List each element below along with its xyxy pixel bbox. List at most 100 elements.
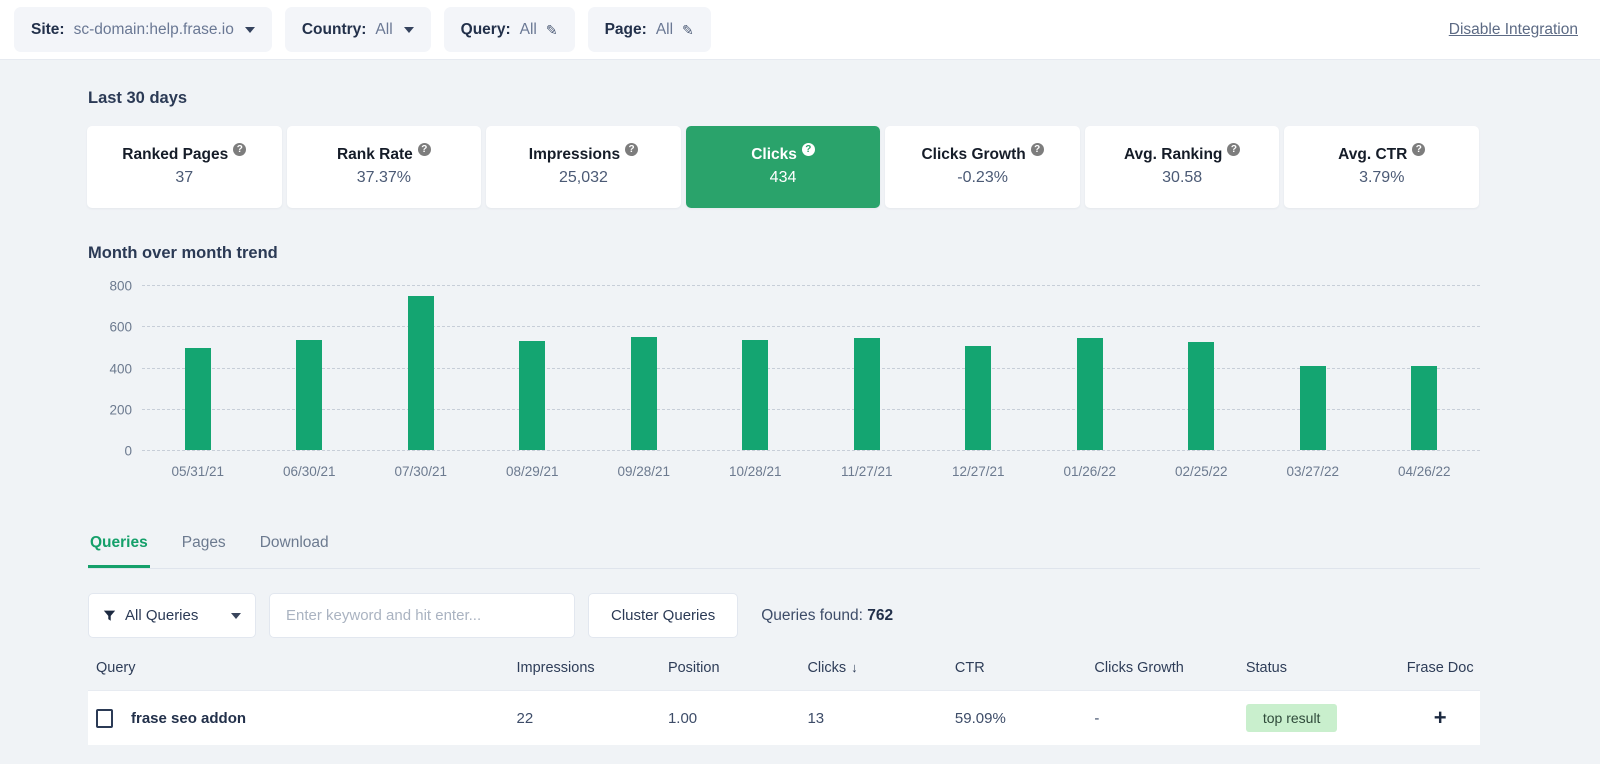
page-filter-chip[interactable]: Page: All ✎ (588, 7, 711, 52)
y-axis-tick-label: 600 (109, 320, 132, 335)
disable-integration-link[interactable]: Disable Integration (1449, 21, 1578, 39)
queries-table: Query Impressions Position Clicks↓ CTR C… (88, 660, 1480, 745)
column-header-clicks-growth[interactable]: Clicks Growth (1094, 660, 1245, 676)
all-queries-select[interactable]: All Queries (88, 593, 256, 638)
chart-bars: 05/31/2106/30/2107/30/2108/29/2109/28/21… (142, 285, 1480, 450)
help-icon[interactable]: ? (1412, 143, 1425, 156)
metric-label: Ranked Pages? (122, 147, 246, 163)
tab-queries[interactable]: Queries (88, 534, 150, 568)
cell-clicks-growth: - (1094, 710, 1245, 727)
chart-bar[interactable] (1411, 366, 1437, 450)
cell-ctr: 59.09% (955, 710, 1095, 727)
pencil-icon[interactable]: ✎ (682, 23, 694, 37)
chart-bar-column[interactable]: 03/27/22 (1257, 285, 1369, 450)
country-filter-value: All (375, 21, 392, 39)
chart-bar[interactable] (1300, 366, 1326, 450)
chart-bar-column[interactable]: 08/29/21 (477, 285, 589, 450)
chart-bar[interactable] (965, 346, 991, 450)
metric-value: 3.79% (1359, 169, 1404, 187)
add-frase-doc-icon[interactable]: + (1434, 705, 1447, 730)
chart-bar-column[interactable]: 02/25/22 (1146, 285, 1258, 450)
cell-frase-doc: + (1400, 707, 1480, 729)
y-axis-tick-label: 800 (109, 279, 132, 294)
y-axis-tick-label: 0 (124, 444, 132, 459)
tab-download[interactable]: Download (258, 534, 331, 568)
metric-value: -0.23% (957, 169, 1008, 187)
metric-label-text: Impressions (529, 147, 620, 163)
chart-bar[interactable] (742, 340, 768, 450)
x-axis-tick-label: 05/31/21 (171, 464, 224, 479)
chart-bar[interactable] (519, 341, 545, 450)
chart-bar[interactable] (408, 296, 434, 450)
search-input[interactable] (269, 593, 575, 638)
site-filter-value: sc-domain:help.frase.io (74, 21, 234, 39)
chart-bar-column[interactable]: 09/28/21 (588, 285, 700, 450)
query-filter-label: Query: (461, 21, 511, 39)
page-title: Last 30 days (88, 89, 1600, 108)
metric-label: Avg. Ranking? (1124, 147, 1240, 163)
chevron-down-icon (231, 613, 241, 619)
help-icon[interactable]: ? (233, 143, 246, 156)
help-icon[interactable]: ? (625, 143, 638, 156)
tab-pages[interactable]: Pages (180, 534, 228, 568)
query-name: frase seo addon (131, 710, 246, 727)
chart-bar-column[interactable]: 11/27/21 (811, 285, 923, 450)
top-filter-bar: Site: sc-domain:help.frase.io Country: A… (0, 0, 1600, 60)
y-axis-tick-label: 200 (109, 402, 132, 417)
chart-bar[interactable] (296, 340, 322, 450)
metric-card-rank-rate[interactable]: Rank Rate?37.37% (287, 126, 482, 208)
metric-label: Clicks? (751, 147, 815, 163)
x-axis-tick-label: 01/26/22 (1063, 464, 1116, 479)
cell-query: frase seo addon (88, 709, 516, 728)
country-filter-chip[interactable]: Country: All (285, 7, 431, 52)
metric-label-text: Clicks (751, 147, 797, 163)
query-filter-chip[interactable]: Query: All ✎ (444, 7, 575, 52)
chart-bar[interactable] (1077, 338, 1103, 450)
sort-descending-icon: ↓ (851, 660, 858, 675)
site-filter-chip[interactable]: Site: sc-domain:help.frase.io (14, 7, 272, 52)
table-row[interactable]: frase seo addon221.001359.09%-top result… (88, 690, 1480, 745)
cluster-queries-button[interactable]: Cluster Queries (588, 593, 738, 638)
chart-bar[interactable] (854, 338, 880, 450)
help-icon[interactable]: ? (418, 143, 431, 156)
metric-card-avg-ranking[interactable]: Avg. Ranking?30.58 (1085, 126, 1280, 208)
chart-bar-column[interactable]: 04/26/22 (1369, 285, 1481, 450)
help-icon[interactable]: ? (1031, 143, 1044, 156)
row-checkbox[interactable] (96, 709, 113, 728)
column-header-frase-doc[interactable]: Frase Doc (1400, 660, 1480, 676)
chart-bar-column[interactable]: 12/27/21 (923, 285, 1035, 450)
metric-card-clicks[interactable]: Clicks? 434 (686, 126, 881, 208)
chart-bar[interactable] (1188, 342, 1214, 450)
column-header-query[interactable]: Query (88, 660, 516, 676)
metric-card-ranked-pages[interactable]: Ranked Pages? 37 (87, 126, 282, 208)
chart-bar-column[interactable]: 06/30/21 (254, 285, 366, 450)
metric-label-text: Clicks Growth (921, 147, 1025, 163)
chart-bar-column[interactable]: 05/31/21 (142, 285, 254, 450)
metric-card-clicks-growth[interactable]: Clicks Growth? -0.23% (885, 126, 1080, 208)
column-header-ctr[interactable]: CTR (955, 660, 1095, 676)
y-axis-tick-label: 400 (109, 361, 132, 376)
chart-bar-column[interactable]: 07/30/21 (365, 285, 477, 450)
column-header-status[interactable]: Status (1246, 660, 1400, 676)
metric-label-text: Avg. Ranking (1124, 147, 1222, 163)
column-header-impressions[interactable]: Impressions (516, 660, 667, 676)
site-filter-label: Site: (31, 21, 65, 39)
country-filter-label: Country: (302, 21, 367, 39)
x-axis-tick-label: 08/29/21 (506, 464, 559, 479)
x-axis-tick-label: 09/28/21 (617, 464, 670, 479)
chart-bar-column[interactable]: 10/28/21 (700, 285, 812, 450)
metric-label: Clicks Growth? (921, 147, 1043, 163)
chart-bar[interactable] (185, 348, 211, 450)
metric-card-avg-ctr[interactable]: Avg. CTR?3.79% (1284, 126, 1479, 208)
metric-value: 37 (175, 169, 193, 187)
chevron-down-icon (404, 27, 414, 33)
help-icon[interactable]: ? (1227, 143, 1240, 156)
pencil-icon[interactable]: ✎ (546, 23, 558, 37)
metric-value: 434 (770, 169, 797, 187)
chart-bar[interactable] (631, 337, 657, 450)
column-header-clicks[interactable]: Clicks↓ (807, 660, 954, 676)
metric-card-impressions[interactable]: Impressions?25,032 (486, 126, 681, 208)
chart-bar-column[interactable]: 01/26/22 (1034, 285, 1146, 450)
help-icon[interactable]: ? (802, 143, 815, 156)
column-header-position[interactable]: Position (668, 660, 808, 676)
